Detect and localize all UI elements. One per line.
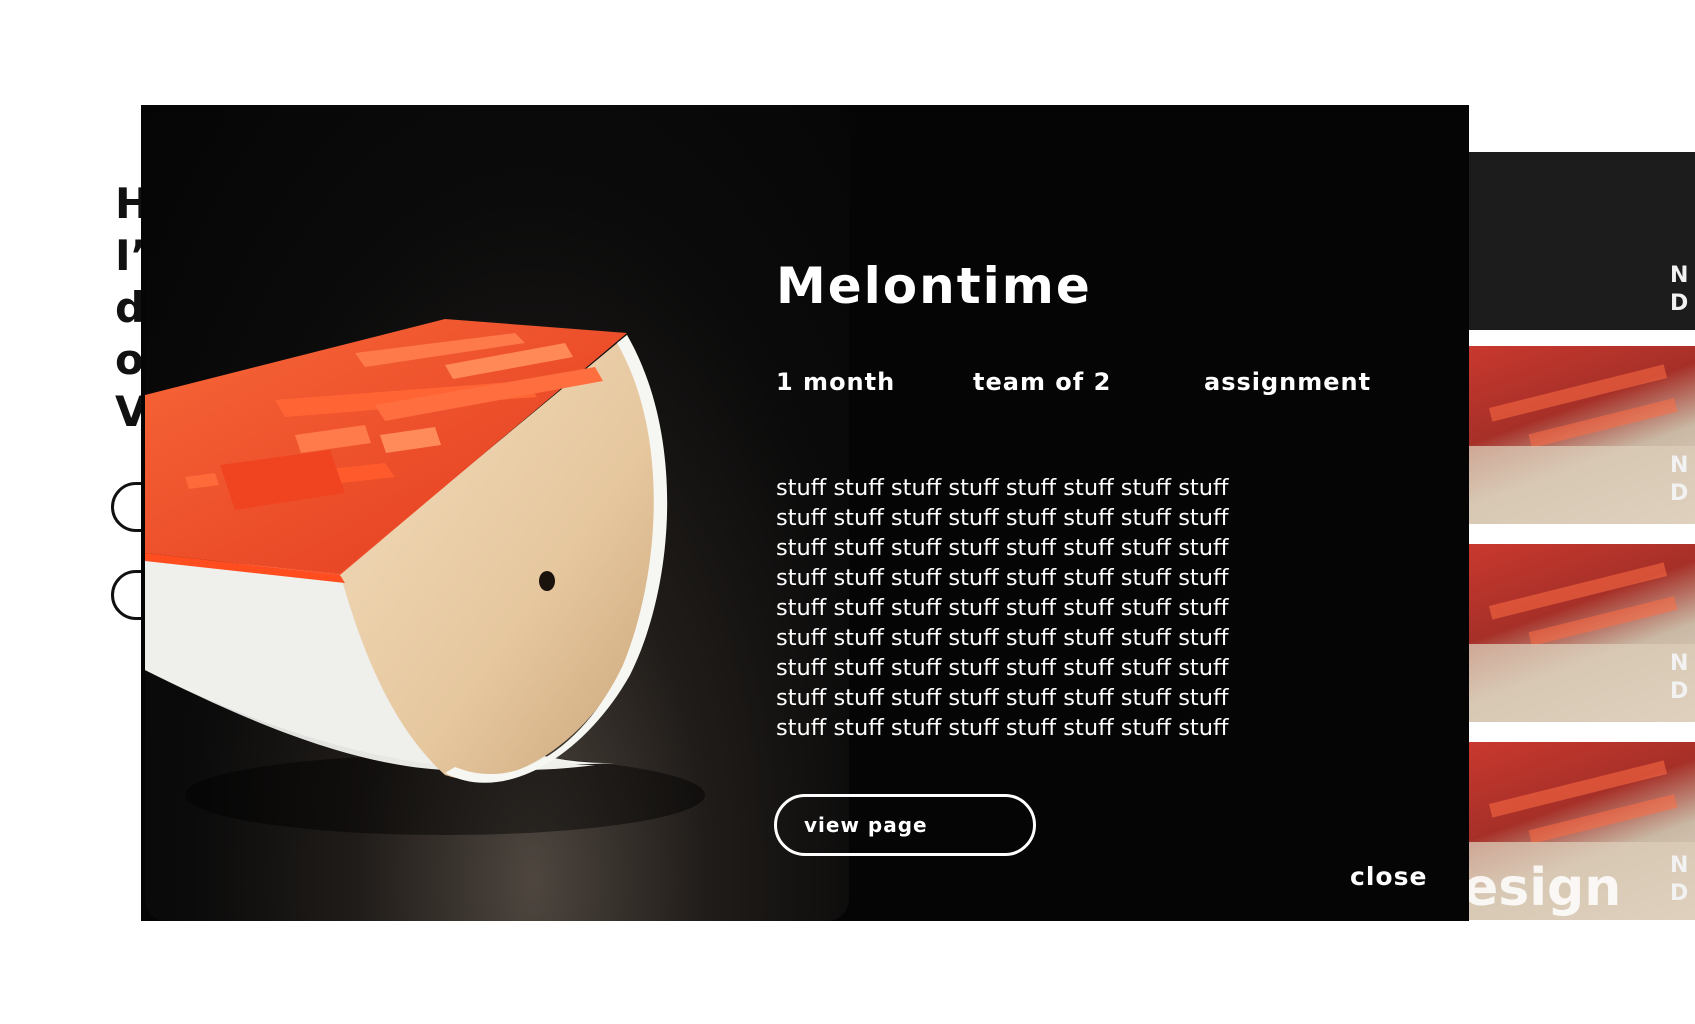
project-title: Melontime (776, 257, 1092, 315)
label-line: N (1670, 453, 1689, 478)
project-type: assignment (1204, 368, 1372, 396)
label-line: N (1670, 853, 1689, 878)
partial-section-heading: esign (1463, 858, 1622, 918)
label-line: D (1670, 291, 1689, 316)
label-line: N (1670, 263, 1689, 288)
view-page-label: view page (804, 813, 928, 837)
project-list-panel: N D N D N D N D (1468, 152, 1695, 922)
project-duration: 1 month (776, 368, 896, 396)
label-line: N (1670, 651, 1689, 676)
close-button[interactable]: close (1350, 862, 1427, 891)
project-description: stuff stuff stuff stuff stuff stuff stuf… (776, 475, 1229, 741)
project-card-label: N D (1670, 452, 1688, 508)
project-list-header (1468, 152, 1695, 330)
label-line: D (1670, 679, 1689, 704)
project-modal: Melontime 1 month team of 2 assignment s… (141, 105, 1469, 921)
project-card[interactable] (1468, 346, 1695, 524)
project-team-size: team of 2 (973, 368, 1112, 396)
project-card[interactable] (1468, 544, 1695, 722)
project-list-label: N D (1670, 262, 1688, 318)
label-line: D (1670, 881, 1689, 906)
project-card-label: N D (1670, 650, 1688, 706)
melontime-rocker-photo-icon (145, 105, 849, 921)
view-page-button[interactable]: view page (774, 794, 1036, 856)
project-card-label: N D (1670, 852, 1688, 908)
label-line: D (1670, 481, 1689, 506)
